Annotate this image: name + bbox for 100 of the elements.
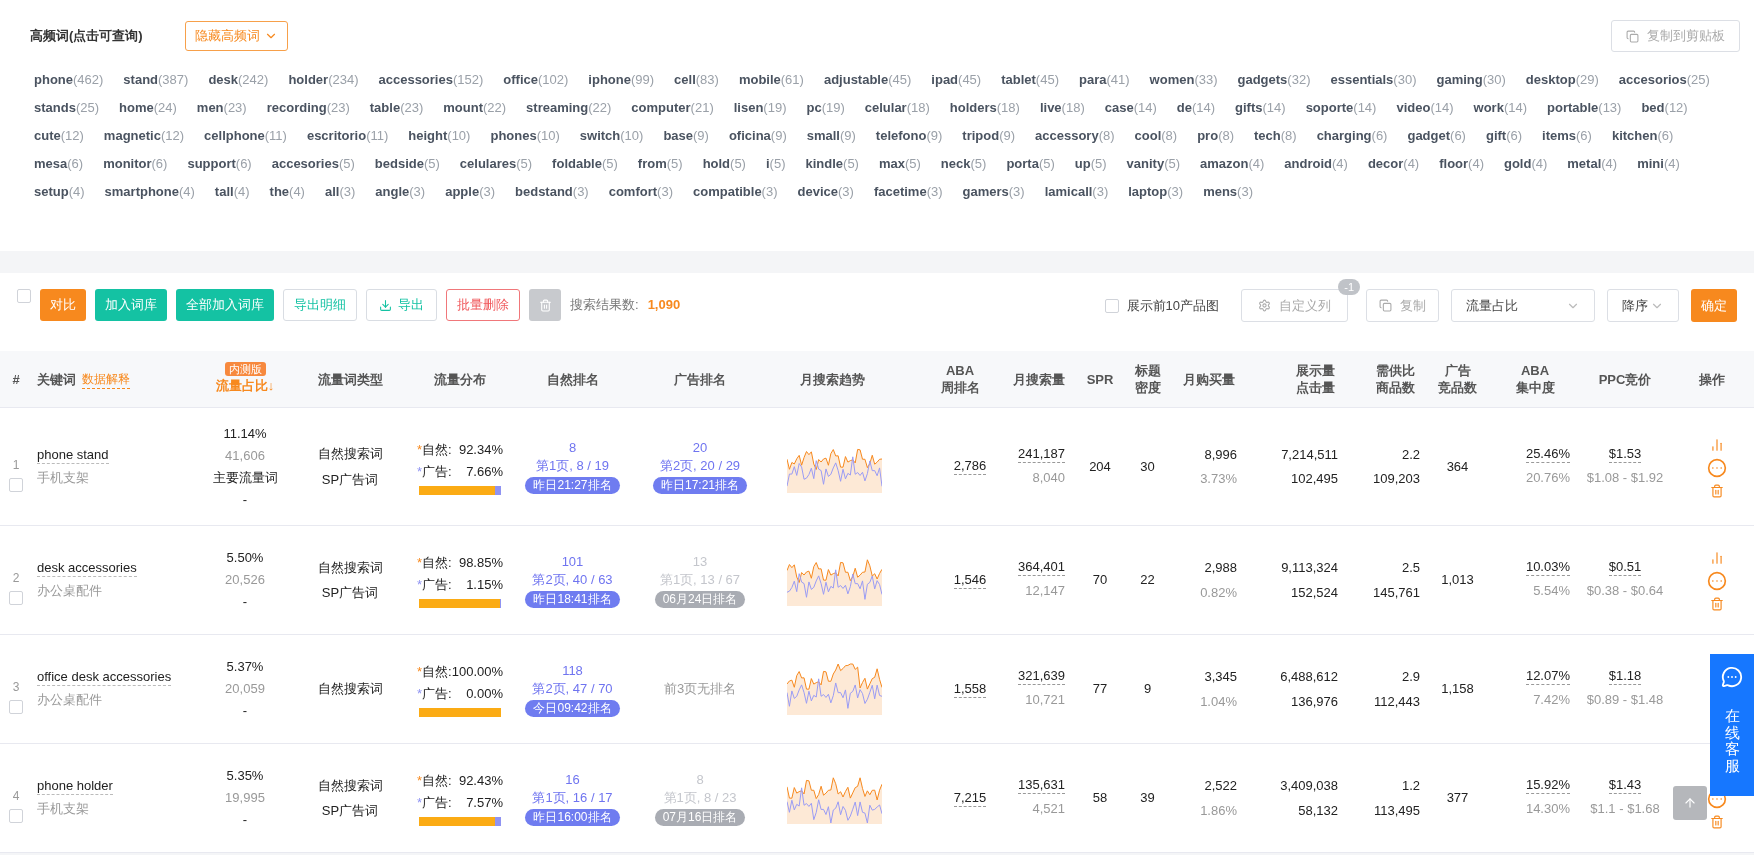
keyword-tag[interactable]: phones(10) — [490, 127, 560, 145]
keyword-tag[interactable]: ipad(45) — [931, 71, 982, 89]
keyword-tag[interactable]: holder(234) — [288, 71, 359, 89]
keyword-tag[interactable]: gift(6) — [1485, 127, 1523, 145]
delete-icon[interactable] — [1710, 597, 1724, 611]
delete-icon[interactable] — [1710, 815, 1724, 829]
keyword-tag[interactable]: home(24) — [119, 99, 177, 117]
keyword-tag[interactable]: charging(6) — [1316, 127, 1388, 145]
keyword-tag[interactable]: setup(4) — [34, 183, 85, 201]
keyword-tag[interactable]: base(9) — [663, 127, 709, 145]
keyword-tag[interactable]: men(23) — [196, 99, 247, 117]
keyword-tag[interactable]: facetime(3) — [873, 183, 943, 201]
keyword-tag[interactable]: tripod(9) — [962, 127, 1016, 145]
number-link[interactable]: $1.18 — [1608, 668, 1642, 686]
keyword-tag[interactable]: tall(4) — [214, 183, 250, 201]
keyword-tag[interactable]: pc(19) — [806, 99, 845, 117]
checkbox[interactable] — [17, 289, 31, 303]
keyword-tag[interactable]: comfort(3) — [608, 183, 673, 201]
keyword-tag[interactable]: lisen(19) — [733, 99, 787, 117]
keyword-tag[interactable]: celulares(5) — [459, 155, 533, 173]
more-icon[interactable] — [1707, 571, 1727, 591]
keyword-tag[interactable]: essentials(30) — [1330, 71, 1417, 89]
keyword-tag[interactable]: device(3) — [797, 183, 854, 201]
keyword-tag[interactable]: gadgets(32) — [1237, 71, 1311, 89]
keyword-tag[interactable]: the(4) — [269, 183, 305, 201]
keyword-tag[interactable]: android(4) — [1284, 155, 1348, 173]
keyword-tag[interactable]: up(5) — [1074, 155, 1107, 173]
number-link[interactable]: 10.03% — [1525, 559, 1570, 577]
keyword-tag[interactable]: para(41) — [1079, 71, 1130, 89]
keyword-tag[interactable]: computer(21) — [631, 99, 714, 117]
keyword-tag[interactable]: small(9) — [806, 127, 856, 145]
keyword-tag[interactable]: de(14) — [1176, 99, 1216, 117]
keyword-tag[interactable]: accesories(5) — [271, 155, 355, 173]
delete-button[interactable] — [529, 289, 561, 321]
keyword-tag[interactable]: bedstand(3) — [515, 183, 589, 201]
keyword-tag[interactable]: floor(4) — [1439, 155, 1484, 173]
number-link[interactable]: 25.46% — [1525, 445, 1570, 463]
keyword-tag[interactable]: max(5) — [878, 155, 921, 173]
number-link[interactable]: 1,546 — [953, 571, 987, 589]
number-link[interactable]: 7,215 — [953, 789, 987, 807]
keyword-tag[interactable]: iphone(99) — [588, 71, 655, 89]
keyword-tag[interactable]: decor(4) — [1367, 155, 1420, 173]
keyword-tag[interactable]: escritorio(11) — [306, 127, 389, 145]
number-link[interactable]: 15.92% — [1525, 777, 1570, 795]
keyword-tag[interactable]: bed(12) — [1641, 99, 1688, 117]
keyword-tag[interactable]: accesorios(25) — [1618, 71, 1710, 89]
number-link[interactable]: $0.51 — [1608, 559, 1642, 577]
batch-delete-button[interactable]: 批量删除 — [446, 289, 520, 321]
keyword-tag[interactable]: celular(18) — [864, 99, 930, 117]
keyword-tag[interactable]: gadget(6) — [1407, 127, 1466, 145]
number-link[interactable]: $1.43 — [1608, 777, 1642, 795]
keyword-tag[interactable]: items(6) — [1542, 127, 1592, 145]
support-widget[interactable]: 在线客服 — [1710, 654, 1754, 796]
keyword-tag[interactable]: compatible(3) — [693, 183, 778, 201]
keyword-tag[interactable]: women(33) — [1149, 71, 1218, 89]
keyword-tag[interactable]: foldable(5) — [552, 155, 618, 173]
number-link[interactable]: 241,187 — [1018, 445, 1065, 463]
keyword-tag[interactable]: apple(3) — [445, 183, 495, 201]
keyword-tag[interactable]: i(5) — [765, 155, 786, 173]
keyword-tag[interactable]: kitchen(6) — [1611, 127, 1674, 145]
keyword-tag[interactable]: mesa(6) — [34, 155, 84, 173]
keyword-tag[interactable]: telefono(9) — [875, 127, 943, 145]
keyword-tag[interactable]: magnetic(12) — [103, 127, 185, 145]
keyword-tag[interactable]: mini(4) — [1637, 155, 1680, 173]
keyword-tag[interactable]: amazon(4) — [1200, 155, 1265, 173]
number-link[interactable]: 1,558 — [953, 680, 987, 698]
keyword-tag[interactable]: tech(8) — [1254, 127, 1297, 145]
keyword-tag[interactable]: stand(387) — [123, 71, 189, 89]
keyword-tag[interactable]: all(3) — [324, 183, 356, 201]
keyword-tag[interactable]: lamicall(3) — [1044, 183, 1109, 201]
keyword-tag[interactable]: cute(12) — [34, 127, 84, 145]
bar-chart-icon[interactable] — [1710, 437, 1724, 452]
keyword-tag[interactable]: tablet(45) — [1001, 71, 1059, 89]
keyword-tag[interactable]: phone(462) — [34, 71, 104, 89]
number-link[interactable]: 2,786 — [953, 458, 987, 475]
keyword-tag[interactable]: mobile(61) — [738, 71, 804, 89]
keyword-tag[interactable]: accessory(8) — [1035, 127, 1115, 145]
keyword-tag[interactable]: gaming(30) — [1436, 71, 1506, 89]
checkbox[interactable] — [1104, 298, 1119, 313]
keyword-tag[interactable]: hold(5) — [702, 155, 746, 173]
keyword-tag[interactable]: gifts(14) — [1235, 99, 1286, 117]
keyword-tag[interactable]: mount(22) — [443, 99, 507, 117]
keyword-tag[interactable]: desk(242) — [208, 71, 269, 89]
keyword-tag[interactable]: recording(23) — [266, 99, 350, 117]
keyword-tag[interactable]: porta(5) — [1006, 155, 1055, 173]
keyword-tag[interactable]: office(102) — [503, 71, 569, 89]
keyword-tag[interactable]: angle(3) — [375, 183, 426, 201]
keyword-tag[interactable]: laptop(3) — [1128, 183, 1184, 201]
number-link[interactable]: 135,631 — [1018, 777, 1065, 795]
bar-chart-icon[interactable] — [1710, 551, 1724, 565]
keyword-tag[interactable]: desktop(29) — [1525, 71, 1599, 89]
delete-icon[interactable] — [1710, 483, 1724, 498]
keyword-tag[interactable]: support(6) — [187, 155, 252, 173]
keyword-link[interactable]: office desk accessories — [37, 668, 172, 687]
keyword-tag[interactable]: stands(25) — [34, 99, 100, 117]
number-link[interactable]: 321,639 — [1018, 668, 1065, 686]
number-link[interactable]: 12.07% — [1525, 668, 1570, 686]
keyword-tag[interactable]: case(14) — [1104, 99, 1157, 117]
checkbox[interactable] — [9, 591, 23, 605]
keyword-tag[interactable]: video(14) — [1396, 99, 1454, 117]
